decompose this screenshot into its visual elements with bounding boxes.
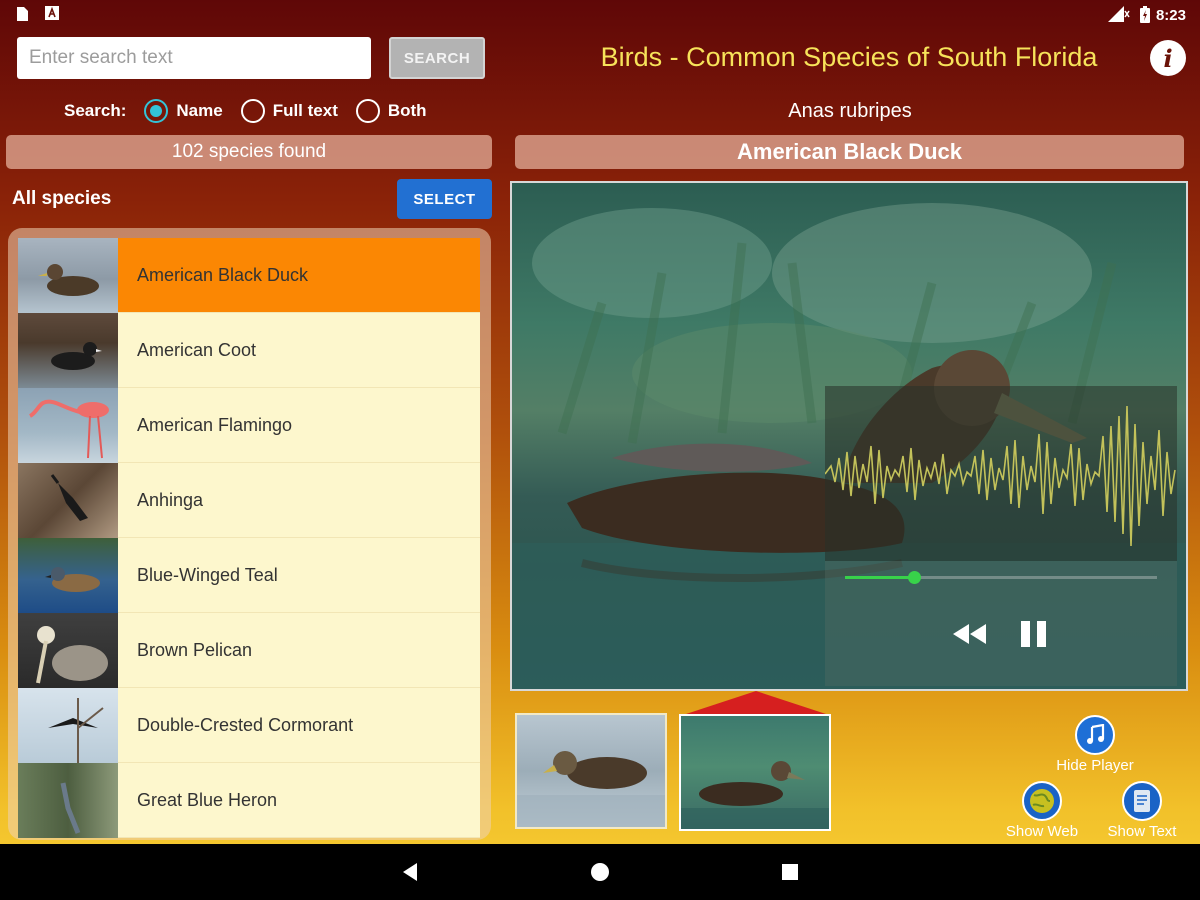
show-text-label: Show Text: [1107, 823, 1177, 840]
radio-both-label: Both: [387, 101, 427, 120]
signal-icon: [1108, 6, 1130, 25]
battery-icon: [1140, 6, 1150, 26]
select-button[interactable]: SELECT: [397, 179, 492, 219]
search-mode-group: Search: Name Full text Both: [64, 97, 427, 125]
show-web-label: Show Web: [1005, 823, 1079, 840]
species-thumbnail: [18, 688, 118, 763]
pause-icon: [1021, 621, 1046, 647]
hide-player-label: Hide Player: [1056, 757, 1134, 774]
list-item[interactable]: American Flamingo: [18, 388, 480, 463]
audio-progress-knob[interactable]: [907, 571, 921, 584]
audio-player: [824, 386, 1177, 686]
list-item[interactable]: Great Blue Heron: [18, 763, 480, 838]
list-item[interactable]: American Black Duck: [18, 238, 480, 313]
radio-unchecked-icon: [355, 99, 380, 123]
search-mode-label: Search:: [64, 101, 127, 120]
recents-button[interactable]: [762, 844, 818, 900]
species-thumbnail: [18, 763, 118, 838]
show-text-button[interactable]: Show Text: [1100, 781, 1184, 840]
rewind-button[interactable]: [950, 619, 990, 649]
species-thumbnail: [18, 313, 118, 388]
list-item-label: American Coot: [118, 313, 480, 388]
home-button[interactable]: [572, 844, 628, 900]
species-thumbnail: [18, 388, 118, 463]
list-item-label: American Black Duck: [118, 238, 480, 313]
home-icon: [591, 863, 609, 881]
radio-name-label: Name: [176, 101, 223, 120]
list-item[interactable]: American Coot: [18, 313, 480, 388]
list-item-label: Great Blue Heron: [118, 763, 480, 838]
pause-button[interactable]: [1017, 619, 1051, 649]
globe-icon: [1022, 781, 1062, 821]
status-time: 8:23: [1155, 7, 1186, 24]
system-nav-bar: [0, 844, 1200, 900]
results-count: 102 species found: [6, 135, 492, 169]
list-item-label: Anhinga: [118, 463, 480, 538]
species-common-name: American Black Duck: [515, 135, 1184, 169]
waveform: [824, 386, 1177, 561]
document-icon: [1122, 781, 1162, 821]
species-latin-name: Anas rubripes: [788, 100, 912, 122]
photo-thumbnail-selected[interactable]: [679, 714, 831, 831]
species-thumbnail: [18, 538, 118, 613]
search-input[interactable]: [17, 37, 371, 79]
app-notification-icon: [45, 6, 59, 23]
recents-icon: [782, 864, 798, 880]
radio-name[interactable]: Name: [144, 99, 223, 123]
list-header: All species: [12, 188, 112, 209]
selected-photo-indicator: [683, 691, 829, 715]
list-item[interactable]: Anhinga: [18, 463, 480, 538]
list-item[interactable]: Brown Pelican: [18, 613, 480, 688]
radio-unchecked-icon: [240, 99, 265, 123]
species-thumbnail: [18, 463, 118, 538]
list-item-label: Blue-Winged Teal: [118, 538, 480, 613]
music-note-icon: [1075, 715, 1115, 755]
audio-progress-fill: [845, 576, 914, 579]
player-controls: [825, 561, 1177, 686]
list-item-label: American Flamingo: [118, 388, 480, 463]
file-notification-icon: [15, 6, 29, 25]
photo-thumbnail[interactable]: [515, 713, 667, 829]
radio-checked-icon: [144, 99, 169, 123]
species-list[interactable]: American Black Duck American Coot Americ…: [8, 228, 491, 840]
app-title: Birds - Common Species of South Florida: [600, 42, 1098, 72]
species-thumbnail: [18, 613, 118, 688]
info-icon[interactable]: i: [1150, 40, 1186, 76]
search-button[interactable]: SEARCH: [389, 37, 485, 79]
audio-progress-slider[interactable]: [845, 571, 1157, 584]
list-item[interactable]: Blue-Winged Teal: [18, 538, 480, 613]
radio-both[interactable]: Both: [355, 99, 427, 123]
back-button[interactable]: [382, 844, 438, 900]
show-web-button[interactable]: Show Web: [1000, 781, 1084, 840]
hide-player-button[interactable]: Hide Player: [1050, 715, 1140, 774]
species-thumbnail: [18, 238, 118, 313]
back-icon: [403, 863, 417, 881]
status-bar: 8:23: [0, 0, 1200, 32]
rewind-icon: [953, 624, 986, 644]
list-item[interactable]: Double-Crested Cormorant: [18, 688, 480, 763]
radio-full-text[interactable]: Full text: [240, 99, 338, 123]
list-item-label: Double-Crested Cormorant: [118, 688, 480, 763]
list-item-label: Brown Pelican: [118, 613, 480, 688]
radio-full-text-label: Full text: [272, 101, 338, 120]
